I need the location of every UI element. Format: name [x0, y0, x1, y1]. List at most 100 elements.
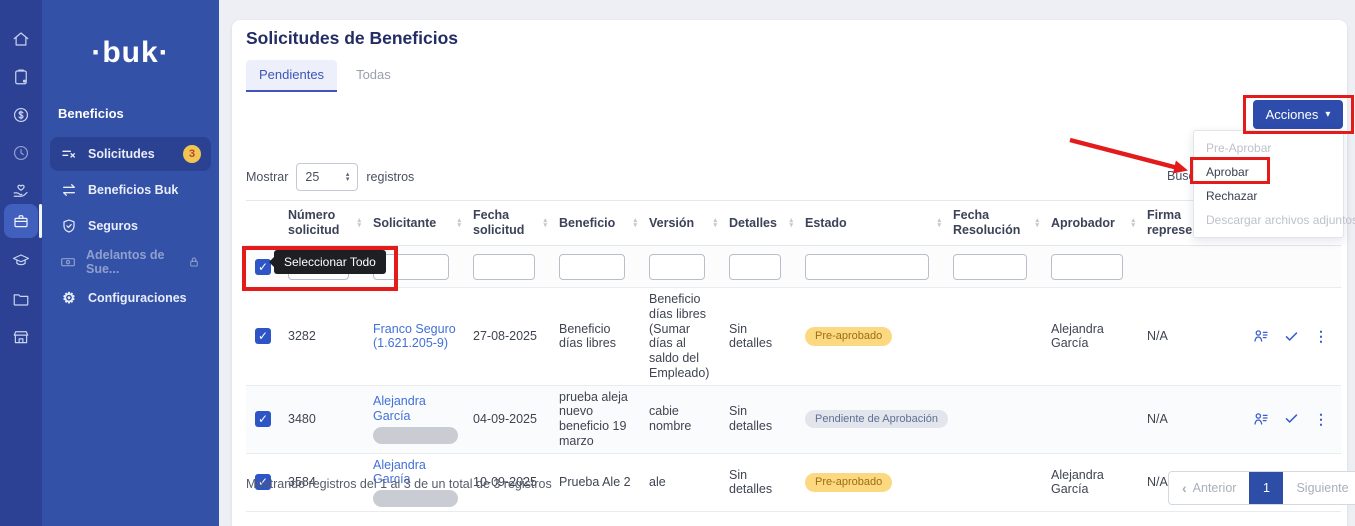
approve-check-icon[interactable]	[1284, 329, 1299, 344]
actions-button[interactable]: Acciones ▾	[1253, 100, 1343, 129]
buk-logo: ·buk·	[42, 36, 219, 70]
page-size-control: Mostrar 25 ▴▾ registros	[246, 163, 414, 191]
header-detalles[interactable]: Detalles▴▾	[727, 212, 803, 235]
previous-page-button[interactable]: ‹ Anterior	[1169, 472, 1249, 504]
tab-pendientes[interactable]: Pendientes	[246, 60, 337, 92]
registros-label: registros	[366, 170, 414, 184]
table-row: ✓ 3282 Franco Seguro(1.621.205-9) 27-08-…	[246, 288, 1341, 386]
status-badge: Pre-aprobado	[805, 473, 892, 492]
chevron-left-icon: ‹	[1182, 480, 1187, 496]
sidebar: ·buk· Beneficios Solicitudes 3 Beneficio…	[42, 0, 219, 526]
header-beneficio[interactable]: Beneficio▴▾	[557, 212, 647, 235]
page-size-select[interactable]: 25 ▴▾	[296, 163, 358, 191]
sidebar-section-title: Beneficios	[58, 106, 124, 121]
assign-approver-icon[interactable]	[1253, 328, 1269, 344]
menu-item-rechazar[interactable]: Rechazar	[1194, 184, 1343, 208]
row-checkbox[interactable]: ✓	[255, 328, 271, 344]
menu-item-descargar-adjuntos[interactable]: Descargar archivos adjuntos	[1194, 208, 1343, 232]
hand-heart-icon[interactable]	[4, 174, 38, 208]
mostrar-label: Mostrar	[246, 170, 288, 184]
home-icon[interactable]	[4, 22, 38, 56]
kebab-menu-icon[interactable]: ⋮	[1314, 411, 1328, 428]
bank-icon[interactable]	[4, 320, 38, 354]
clock-icon[interactable]	[4, 136, 38, 170]
kebab-menu-icon[interactable]: ⋮	[1314, 328, 1328, 345]
assign-approver-icon[interactable]	[1253, 411, 1269, 427]
solicitante-link[interactable]: Alejandra García	[373, 394, 426, 423]
cell-beneficio: Beneficio días libres	[557, 318, 647, 356]
table-header-row: Número solicitud▴▾ Solicitante▴▾ Fecha s…	[246, 200, 1341, 246]
cell-version: ale	[647, 471, 727, 494]
filter-fecha-solicitud-input[interactable]	[473, 254, 535, 280]
cell-beneficio: prueba aleja nuevo beneficio 19 marzo	[557, 386, 647, 453]
cell-version: cabie nombre	[647, 400, 727, 438]
header-fecha-solicitud[interactable]: Fecha solicitud▴▾	[471, 204, 557, 242]
requests-list-icon	[60, 146, 78, 162]
benefits-requests-page: ·buk· Beneficios Solicitudes 3 Beneficio…	[0, 0, 1355, 526]
cell-fecha-solicitud: 04-09-2025	[471, 408, 557, 431]
pending-count-badge: 3	[183, 145, 201, 163]
cell-aprobador: Alejandra García	[1049, 464, 1145, 502]
header-version[interactable]: Versión▴▾	[647, 212, 727, 235]
page-size-value: 25	[305, 170, 319, 184]
sidebar-item-label: Adelantos de Sue...	[86, 248, 177, 276]
sidebar-item-beneficios-buk[interactable]: Beneficios Buk	[50, 173, 211, 207]
sidebar-item-label: Configuraciones	[88, 291, 187, 305]
menu-item-aprobar[interactable]: Aprobar	[1194, 160, 1343, 184]
header-estado[interactable]: Estado▴▾	[803, 212, 951, 235]
menu-item-pre-aprobar[interactable]: Pre-Aprobar	[1194, 136, 1343, 160]
row-actions: ⋮	[1231, 324, 1341, 349]
filter-estado-input[interactable]	[805, 254, 929, 280]
filter-aprobador-input[interactable]	[1051, 254, 1123, 280]
sidebar-item-adelantos[interactable]: Adelantos de Sue...	[50, 245, 211, 279]
cell-aprobador: Alejandra García	[1049, 318, 1145, 356]
sort-icon: ▴▾	[1035, 218, 1039, 228]
actions-dropdown-menu: Pre-Aprobar Aprobar Rechazar Descargar a…	[1193, 130, 1344, 238]
folder-icon[interactable]	[4, 282, 38, 316]
sort-icon: ▴▾	[1131, 218, 1135, 228]
sidebar-item-seguros[interactable]: Seguros	[50, 209, 211, 243]
status-badge: Pendiente de Aprobación	[805, 410, 948, 429]
briefcase-icon[interactable]	[4, 204, 38, 238]
graduation-cap-icon[interactable]	[4, 244, 38, 278]
filter-version-input[interactable]	[649, 254, 705, 280]
icon-rail	[0, 0, 42, 526]
tab-bar: Pendientes Todas	[246, 60, 404, 92]
header-fecha-resolucion[interactable]: Fecha Resolución▴▾	[951, 204, 1049, 242]
banknote-icon	[60, 254, 76, 270]
filter-detalles-input[interactable]	[729, 254, 781, 280]
sort-icon: ▴▾	[937, 218, 941, 228]
sidebar-item-configuraciones[interactable]: ⚙ Configuraciones	[50, 281, 211, 315]
tab-todas[interactable]: Todas	[343, 60, 404, 92]
payments-dollar-icon[interactable]	[4, 98, 38, 132]
clipboard-icon[interactable]	[4, 60, 38, 94]
filter-beneficio-input[interactable]	[559, 254, 625, 280]
page-title: Solicitudes de Beneficios	[246, 28, 458, 49]
filter-fecha-resolucion-input[interactable]	[953, 254, 1027, 280]
cell-solicitante: Alejandra García	[371, 390, 471, 448]
approve-check-icon[interactable]	[1284, 411, 1299, 426]
sidebar-item-solicitudes[interactable]: Solicitudes 3	[50, 137, 211, 171]
sidebar-item-label: Beneficios Buk	[88, 183, 178, 197]
next-page-button[interactable]: Siguiente ›	[1283, 472, 1355, 504]
header-solicitante[interactable]: Solicitante▴▾	[371, 212, 471, 235]
row-checkbox[interactable]: ✓	[255, 411, 271, 427]
cell-fecha-resolucion	[951, 478, 1049, 486]
cell-fecha-resolucion	[951, 332, 1049, 340]
solicitante-link[interactable]: Franco Seguro(1.621.205-9)	[373, 322, 456, 351]
cell-firma: N/A	[1145, 408, 1231, 431]
row-actions: ⋮	[1231, 407, 1341, 432]
header-numero-solicitud[interactable]: Número solicitud▴▾	[286, 204, 371, 242]
records-summary: Mostrando registros del 1 al 3 de un tot…	[246, 477, 552, 491]
cell-numero: 3480	[286, 408, 371, 431]
cell-fecha-solicitud: 27-08-2025	[471, 325, 557, 348]
cell-solicitante: Franco Seguro(1.621.205-9)	[371, 318, 471, 356]
sort-icon: ▴▾	[357, 218, 361, 228]
cell-detalles: Sin detalles	[727, 400, 803, 438]
select-arrows-icon: ▴▾	[346, 172, 350, 182]
header-select-col	[246, 219, 286, 227]
page-number-button[interactable]: 1	[1249, 472, 1283, 504]
redacted-rut	[373, 490, 458, 507]
header-aprobador[interactable]: Aprobador▴▾	[1049, 212, 1145, 235]
cell-numero: 3282	[286, 325, 371, 348]
